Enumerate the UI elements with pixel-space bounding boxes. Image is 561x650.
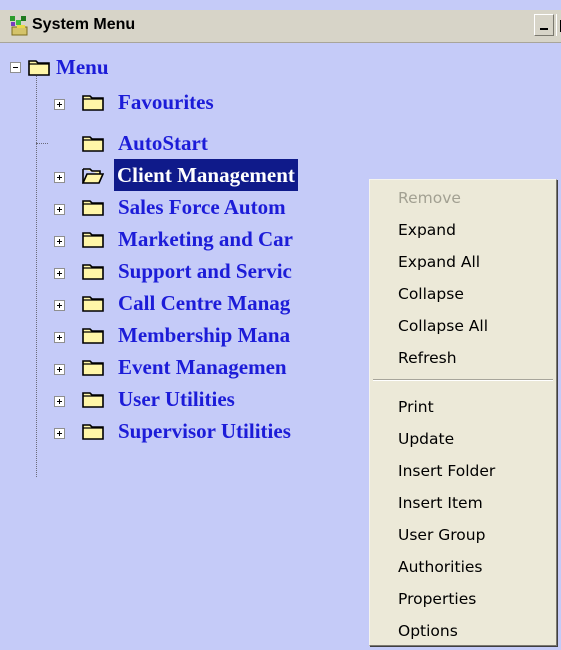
folder-open-icon (81, 166, 105, 184)
tree-node-favourites[interactable]: Favourites (0, 86, 360, 118)
collapse-icon[interactable] (10, 62, 21, 73)
tree-node-event-management[interactable]: Event Managemen (0, 351, 360, 383)
tree-node-root[interactable]: Menu (0, 51, 200, 83)
tree-node-label: Sales Force Autom (118, 195, 286, 219)
folder-icon (82, 93, 104, 111)
tree-node-client-management[interactable]: Client Management (0, 159, 380, 191)
tree-node-label: User Utilities (118, 387, 235, 411)
folder-icon (82, 230, 104, 248)
tree-node-label: AutoStart (118, 131, 208, 155)
expand-icon[interactable] (54, 364, 65, 375)
menu-item-properties[interactable]: Properties (370, 583, 556, 615)
tree-node-label: Supervisor Utilities (118, 419, 291, 443)
menu-item-update[interactable]: Update (370, 423, 556, 455)
tree-node-label: Favourites (118, 90, 214, 114)
context-menu: Remove Expand Expand All Collapse Collap… (369, 179, 557, 646)
tree-node-label: Client Management (114, 159, 298, 191)
expand-icon[interactable] (54, 236, 65, 247)
folder-icon (82, 198, 104, 216)
folder-icon (82, 422, 104, 440)
folder-icon (28, 58, 50, 76)
system-menu-window: System Menu Menu Favourites AutoStart Cl… (0, 0, 561, 650)
menu-item-collapse[interactable]: Collapse (370, 278, 556, 310)
menu-item-options[interactable]: Options (370, 615, 556, 647)
menu-item-expand-all[interactable]: Expand All (370, 246, 556, 278)
expand-icon[interactable] (54, 332, 65, 343)
folder-icon (82, 262, 104, 280)
tree-node-label: Support and Servic (118, 259, 292, 283)
expand-icon[interactable] (54, 172, 65, 183)
minimize-icon (540, 28, 548, 30)
maximize-button[interactable] (556, 14, 561, 36)
expand-icon[interactable] (54, 300, 65, 311)
expand-icon[interactable] (54, 396, 65, 407)
title-bar[interactable]: System Menu (0, 10, 561, 43)
tree-node-autostart[interactable]: AutoStart (0, 127, 360, 159)
expand-icon[interactable] (54, 268, 65, 279)
menu-item-remove[interactable]: Remove (370, 182, 556, 214)
expand-icon[interactable] (54, 99, 65, 110)
folder-icon (82, 294, 104, 312)
menu-item-authorities[interactable]: Authorities (370, 551, 556, 583)
folder-icon (82, 326, 104, 344)
tree-node-label: Marketing and Car (118, 227, 293, 251)
menu-item-expand[interactable]: Expand (370, 214, 556, 246)
system-menu-app-icon (8, 13, 32, 37)
menu-item-collapse-all[interactable]: Collapse All (370, 310, 556, 342)
tree-node-label: Call Centre Manag (118, 291, 291, 315)
menu-item-refresh[interactable]: Refresh (370, 342, 556, 374)
folder-icon (82, 134, 104, 152)
tree-node-sales-force[interactable]: Sales Force Autom (0, 191, 360, 223)
expand-icon[interactable] (54, 204, 65, 215)
tree-node-support[interactable]: Support and Servic (0, 255, 360, 287)
menu-item-insert-item[interactable]: Insert Item (370, 487, 556, 519)
tree-node-user-utilities[interactable]: User Utilities (0, 383, 360, 415)
tree-node-membership[interactable]: Membership Mana (0, 319, 360, 351)
folder-icon (82, 390, 104, 408)
tree-node-label: Menu (56, 55, 109, 79)
folder-icon (82, 358, 104, 376)
tree-node-label: Membership Mana (118, 323, 291, 347)
tree-node-supervisor-utilities[interactable]: Supervisor Utilities (0, 415, 360, 447)
menu-item-print[interactable]: Print (370, 391, 556, 423)
menu-separator (373, 379, 553, 381)
tree-node-label: Event Managemen (118, 355, 287, 379)
tree-node-call-centre[interactable]: Call Centre Manag (0, 287, 360, 319)
tree-node-marketing[interactable]: Marketing and Car (0, 223, 360, 255)
menu-item-user-group[interactable]: User Group (370, 519, 556, 551)
minimize-button[interactable] (534, 14, 554, 36)
expand-icon[interactable] (54, 428, 65, 439)
menu-item-insert-folder[interactable]: Insert Folder (370, 455, 556, 487)
window-title: System Menu (32, 16, 136, 33)
